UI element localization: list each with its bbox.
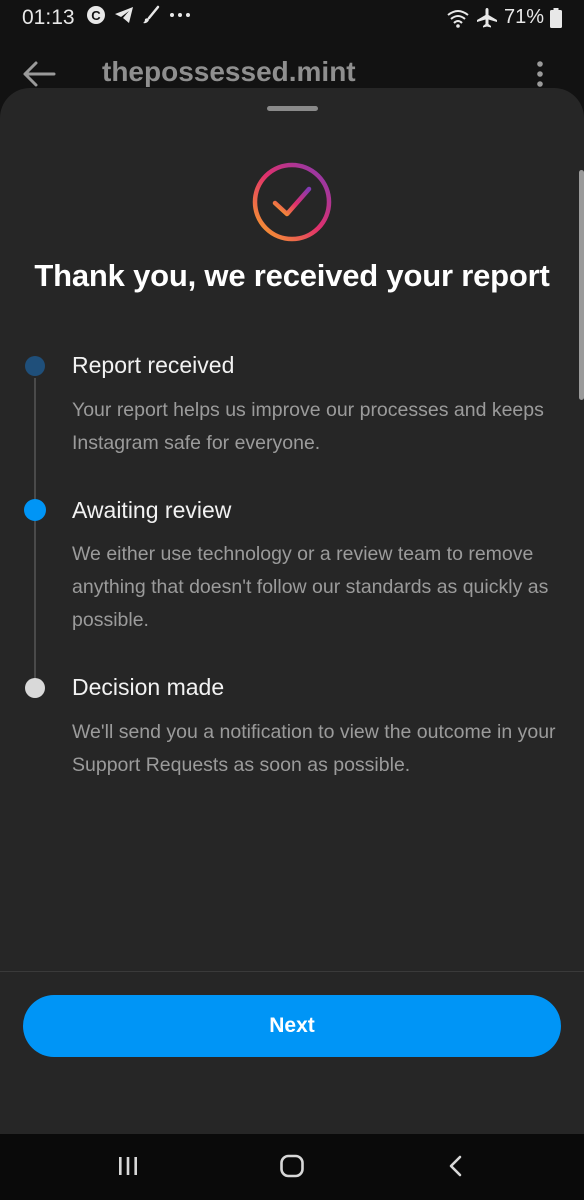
battery-percent: 71%	[503, 6, 544, 28]
divider	[0, 971, 584, 972]
sheet-title: Thank you, we received your report	[34, 258, 550, 293]
checkmark-badge-icon	[252, 162, 332, 242]
c-circle-icon: C	[87, 6, 105, 24]
report-confirmation-sheet: Thank you, we received your report Repor…	[0, 88, 584, 1134]
timeline-connector	[34, 521, 36, 685]
step-desc-awaiting: We either use technology or a review tea…	[72, 543, 549, 631]
profile-username: thepossessed.mint	[102, 56, 356, 87]
screen: 01:13 C 71% thepossessed.mint Thank you,…	[0, 0, 584, 1200]
step-title-decision: Decision made	[72, 674, 225, 700]
step-dot-awaiting	[24, 499, 46, 521]
timeline-connector	[34, 378, 36, 508]
recent-apps-icon[interactable]	[117, 1154, 139, 1178]
airplane-icon	[476, 7, 497, 27]
next-button[interactable]: Next	[23, 995, 561, 1057]
back-nav-icon[interactable]	[447, 1154, 465, 1178]
step-dot-decision	[25, 678, 45, 698]
telegram-icon	[115, 7, 133, 23]
sheet-drag-handle[interactable]	[267, 106, 318, 111]
wifi-icon	[447, 9, 469, 28]
back-arrow-icon[interactable]	[22, 60, 56, 88]
more-dots-icon	[170, 13, 190, 17]
step-desc-decision: We'll send you a notification to view th…	[72, 721, 556, 776]
step-title-received: Report received	[72, 352, 235, 378]
status-time: 01:13	[22, 6, 75, 29]
status-bar: 01:13 C 71%	[0, 0, 584, 40]
brush-icon	[143, 5, 160, 24]
svg-text:C: C	[91, 8, 101, 23]
system-nav-bar	[0, 1134, 584, 1200]
step-dot-received	[25, 356, 45, 376]
more-options-icon[interactable]	[536, 60, 544, 88]
home-icon[interactable]	[279, 1154, 305, 1178]
status-icons-left: C	[86, 5, 192, 25]
battery-icon	[550, 7, 562, 28]
step-desc-received: Your report helps us improve our process…	[72, 399, 544, 454]
step-title-awaiting: Awaiting review	[72, 497, 232, 523]
status-icons-right: 71%	[446, 6, 562, 29]
